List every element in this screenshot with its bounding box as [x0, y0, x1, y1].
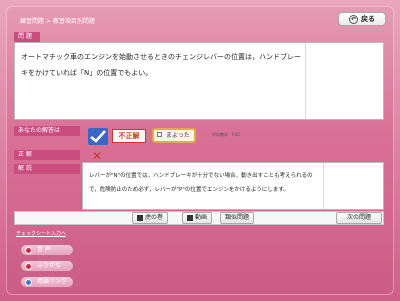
question-box: オートマチック車のエンジンを始動させるときのチェンジレバーの位置は，ハンドブレー…: [14, 42, 384, 120]
back-arrow-icon: ↶: [349, 14, 358, 24]
tora-button[interactable]: 虎の巻: [132, 212, 169, 224]
maruta-checkbox[interactable]: まよった: [152, 128, 196, 143]
your-answer-label: あなたの解答は: [14, 126, 80, 136]
similar-label: 類似問題: [225, 214, 250, 221]
check-sheet-link[interactable]: チェックシート入力へ: [16, 230, 66, 237]
furigana-button[interactable]: ふりがな: [20, 260, 74, 272]
book-icon: [137, 215, 143, 221]
audio-button[interactable]: 音 声: [20, 244, 74, 256]
term-link-icon: [25, 279, 32, 286]
maruta-label: まよった: [165, 132, 190, 139]
textbook-reference: 学科教本 P.82: [212, 132, 241, 137]
video-icon: [187, 215, 193, 221]
next-question-button[interactable]: 次の問題: [336, 212, 382, 224]
no-audio-icon: [25, 247, 32, 254]
correct-answer-mark: ✕: [92, 149, 103, 163]
explanation-box: レバーが"N"の位置では，ハンドブレーキが十分でない場合，動き出すことも考えられ…: [82, 162, 384, 210]
question-divider: [305, 43, 306, 119]
breadcrumb: 練習問題 > 教習項目別問題: [20, 18, 95, 25]
explanation-divider: [323, 163, 324, 209]
no-furigana-icon: [25, 263, 32, 270]
verdict-badge: 不正解: [112, 129, 146, 143]
maruta-box-icon: [157, 132, 162, 137]
video-button[interactable]: 動画: [182, 212, 213, 224]
term-link-label: 用語リンク: [37, 278, 68, 285]
audio-label: 音 声: [37, 246, 51, 253]
question-tab: 問 題: [14, 32, 40, 42]
furigana-label: ふりがな: [37, 262, 62, 269]
answer-row: 不正解 まよった 学科教本 P.82: [82, 126, 384, 148]
correct-label: 正 解: [14, 150, 80, 160]
explanation-label: 解 説: [14, 164, 80, 174]
tora-label: 虎の巻: [145, 214, 164, 221]
back-button[interactable]: ↶ 戻る: [338, 12, 386, 26]
term-link-button[interactable]: 用語リンク: [20, 276, 74, 288]
question-text: オートマチック車のエンジンを始動させるときのチェンジレバーの位置は，ハンドブレー…: [21, 53, 301, 77]
checkbox-icon: [88, 128, 108, 145]
similar-button[interactable]: 類似問題: [220, 212, 255, 224]
explanation-text: レバーが"N"の位置では，ハンドブレーキが十分でない場合，動き出すことも考えられ…: [89, 173, 313, 193]
video-label: 動画: [195, 214, 208, 221]
back-label: 戻る: [361, 15, 375, 23]
